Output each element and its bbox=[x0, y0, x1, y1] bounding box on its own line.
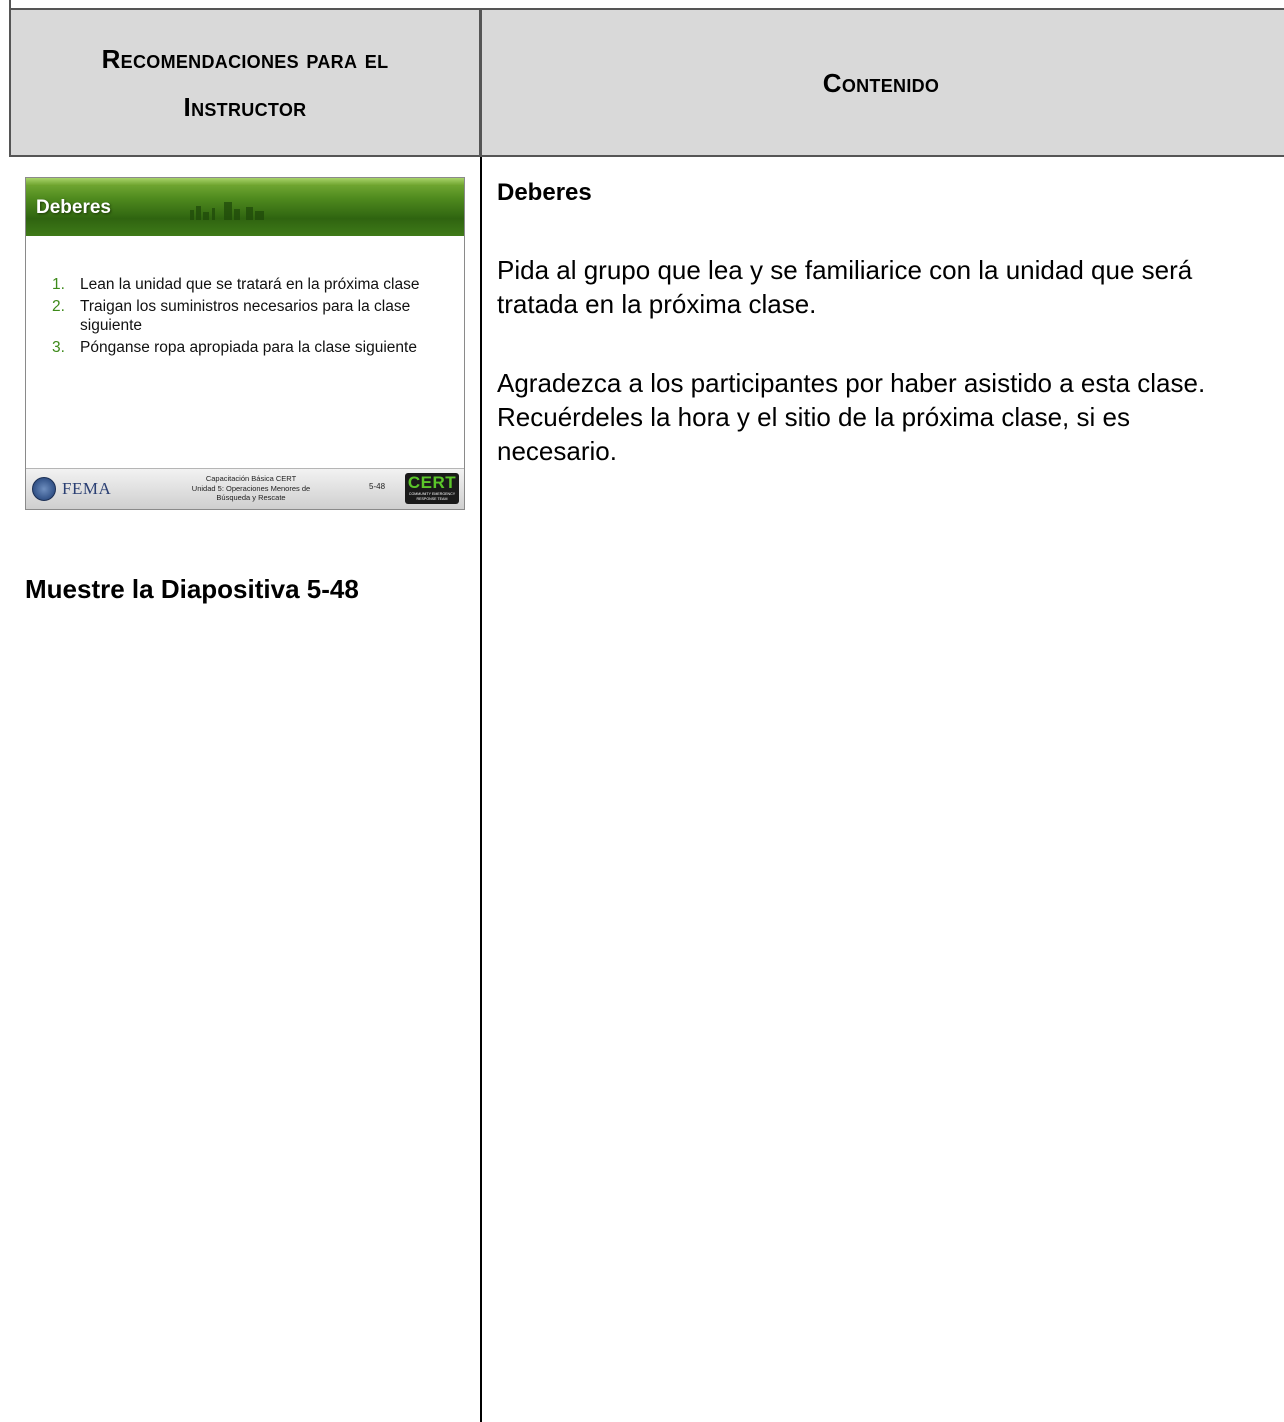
left-border bbox=[9, 0, 11, 8]
header-right-title: Contenido bbox=[822, 67, 940, 98]
slide-item-number: 1. bbox=[52, 276, 65, 293]
cert-logo: CERT COMMUNITY EMERGENCY RESPONSE TEAM bbox=[405, 473, 459, 504]
slide-footer-course: Capacitación Básica CERT Unidad 5: Opera… bbox=[176, 474, 326, 503]
header-left-title: Recomendaciones para el Instructor bbox=[102, 35, 389, 131]
footer-line3: Búsqueda y Rescate bbox=[216, 493, 286, 502]
slide-item-number: 2. bbox=[52, 298, 65, 315]
header-instructor-recommendations: Recomendaciones para el Instructor bbox=[9, 8, 481, 157]
header-left-line2: Instructor bbox=[183, 91, 307, 122]
slide-title: Deberes bbox=[36, 197, 111, 218]
skyline-graphic bbox=[190, 202, 264, 220]
slide-item-text: Pónganse ropa apropiada para la clase si… bbox=[80, 339, 417, 356]
slide-item-number: 3. bbox=[52, 339, 65, 356]
slide-list-item: 3. Pónganse ropa apropiada para la clase… bbox=[52, 338, 452, 357]
footer-line2: Unidad 5: Operaciones Menores de bbox=[191, 483, 311, 493]
content-heading: Deberes bbox=[497, 179, 592, 206]
footer-line1: Capacitación Básica CERT bbox=[205, 474, 297, 483]
column-divider bbox=[480, 157, 482, 1422]
cert-logo-text: CERT bbox=[407, 473, 457, 492]
slide-footer: FEMA Capacitación Básica CERT Unidad 5: … bbox=[26, 468, 464, 509]
instructor-note: Muestre la Diapositiva 5-48 bbox=[25, 574, 359, 604]
header-left-line1: Recomendaciones para el bbox=[101, 43, 389, 74]
slide-number: 5-48 bbox=[369, 482, 386, 491]
content-paragraph-2: Agradezca a los participantes por haber … bbox=[497, 368, 1206, 466]
fema-text: FEMA bbox=[62, 479, 112, 498]
slide-list-item: 1. Lean la unidad que se tratará en la p… bbox=[52, 275, 452, 294]
header-content: Contenido bbox=[480, 8, 1284, 157]
slide-item-text: Lean la unidad que se tratará en la próx… bbox=[80, 276, 420, 293]
slide-list-item: 2. Traigan los suministros necesarios pa… bbox=[52, 297, 452, 335]
content-paragraph-1: Pida al grupo que lea y se familiarice c… bbox=[497, 255, 1193, 319]
slide-list: 1. Lean la unidad que se tratará en la p… bbox=[52, 275, 452, 360]
slide-title-bar: Deberes bbox=[26, 178, 464, 236]
slide-item-text: Traigan los suministros necesarios para … bbox=[80, 298, 411, 334]
fema-logo: FEMA bbox=[32, 477, 111, 501]
slide-top-band bbox=[26, 178, 464, 186]
dhs-seal-icon bbox=[32, 477, 56, 501]
slide-thumbnail: Deberes 1. Lean la unidad que se tratará… bbox=[25, 177, 465, 510]
cert-logo-subtext: COMMUNITY EMERGENCY RESPONSE TEAM bbox=[408, 492, 456, 501]
